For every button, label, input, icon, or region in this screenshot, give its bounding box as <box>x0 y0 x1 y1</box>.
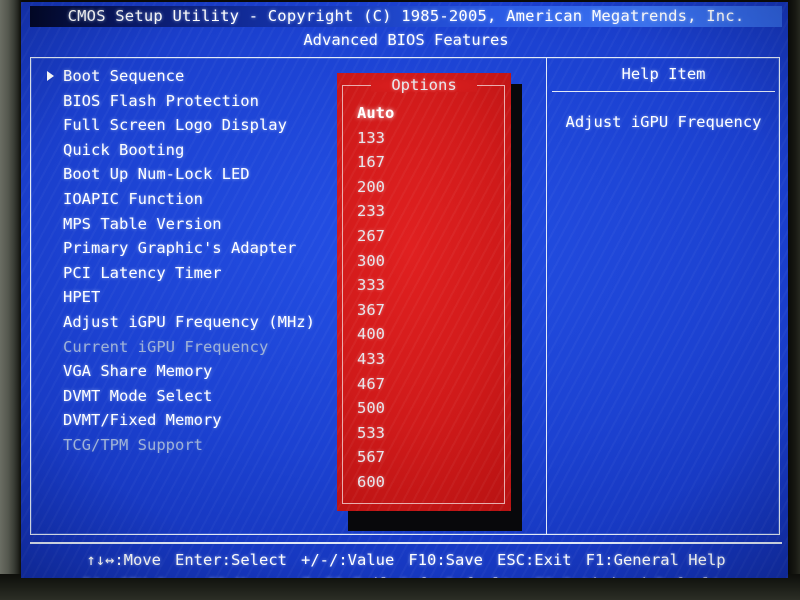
key-hint: ↑↓↔:Move <box>86 551 162 569</box>
footer-row: F4: CPU Spec F5:Memory-Z F8:Fail-Safe Defa… <box>30 572 782 578</box>
menu-item-label: Full Screen Logo Display <box>63 116 287 135</box>
options-popup[interactable]: Options Auto 133 167 200 233 267 300 333 367 400 4… <box>337 73 511 511</box>
key-hint: Enter:Select <box>175 551 287 569</box>
help-panel-title: Help Item <box>621 65 706 83</box>
page-title: Advanced BIOS Features <box>303 31 509 49</box>
help-panel-divider <box>552 91 775 92</box>
menu-item-label: VGA Share Memory <box>63 362 213 381</box>
key-hint: ESC:Exit <box>496 551 572 569</box>
menu-item-label: HPET <box>63 288 101 307</box>
option-item[interactable]: 200 <box>357 175 502 200</box>
menu-item-label: MPS Table Version <box>63 214 222 233</box>
menu-item-label: DVMT/Fixed Memory <box>63 411 222 430</box>
menu-item-label: Primary Graphic's Adapter <box>63 239 297 258</box>
menu-item-label: Current iGPU Frequency <box>63 337 269 356</box>
options-popup-title: Options <box>391 76 457 94</box>
option-item[interactable]: 367 <box>357 298 502 323</box>
option-item[interactable]: Auto <box>357 101 502 126</box>
option-item[interactable]: 300 <box>357 249 502 274</box>
submenu-arrow-icon <box>47 71 54 82</box>
options-list: Auto 133 167 200 233 267 300 333 367 400 433 467 500… <box>357 101 502 495</box>
key-hint: F8:Fail-Safe Defaults <box>324 575 520 578</box>
option-item[interactable]: 500 <box>357 396 502 421</box>
option-item[interactable]: 333 <box>357 273 502 298</box>
menu-item-label: TCG/TPM Support <box>63 435 203 454</box>
menu-item-label: IOAPIC Function <box>63 189 203 208</box>
monitor-bezel: CMOS Setup Utility - Copyright (C) 1985-… <box>0 0 800 600</box>
option-item[interactable]: 433 <box>357 347 502 372</box>
key-hint: F5:Memory-Z <box>208 575 311 578</box>
footer-row: ↑↓↔:Move Enter:Select +/-/:Value F10:Save ES… <box>30 548 782 572</box>
window-title-bar: CMOS Setup Utility - Copyright (C) 1985-… <box>30 6 782 27</box>
option-item[interactable]: 600 <box>357 470 502 495</box>
footer-key-hints: ↑↓↔:Move Enter:Select +/-/:Value F10:Save ES… <box>30 548 782 578</box>
menu-item-label: Boot Up Num-Lock LED <box>63 165 250 184</box>
help-panel-text: Adjust iGPU Frequency <box>565 113 762 131</box>
option-item[interactable]: 233 <box>357 199 502 224</box>
menu-item-label: BIOS Flash Protection <box>63 91 259 110</box>
option-item[interactable]: 533 <box>357 421 502 446</box>
option-item[interactable]: 567 <box>357 445 502 470</box>
key-hint: F1:General Help <box>585 551 726 569</box>
menu-item-label: DVMT Mode Select <box>63 386 213 405</box>
option-item[interactable]: 467 <box>357 372 502 397</box>
option-item[interactable]: 267 <box>357 224 502 249</box>
menu-item-label: Adjust iGPU Frequency (MHz) <box>63 312 315 331</box>
option-item[interactable]: 167 <box>357 150 502 175</box>
footer-divider <box>30 542 782 544</box>
bezel-right-edge <box>788 0 800 600</box>
key-hint: F6:Optimized Defaults <box>534 575 730 578</box>
crt-screen: CMOS Setup Utility - Copyright (C) 1985-… <box>21 2 788 578</box>
menu-item-label: PCI Latency Timer <box>63 263 222 282</box>
key-hint: F10:Save <box>408 551 483 569</box>
menu-item-label: Quick Booting <box>63 140 185 159</box>
option-item[interactable]: 133 <box>357 126 502 151</box>
menu-item-label: Boot Sequence <box>63 67 185 85</box>
key-hint: +/-/:Value <box>301 551 395 569</box>
option-item[interactable]: 400 <box>357 322 502 347</box>
key-hint: F4: CPU Spec <box>82 575 194 578</box>
help-panel: Help Item Adjust iGPU Frequency <box>547 58 780 534</box>
